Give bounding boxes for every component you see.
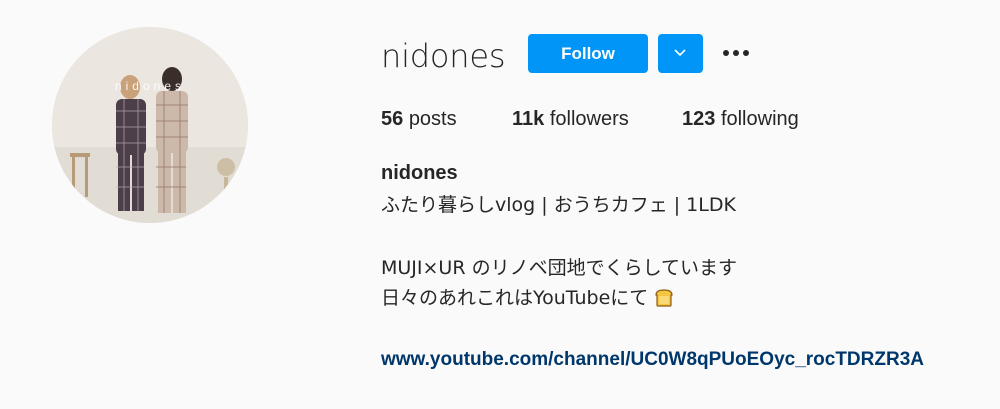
followers-link[interactable]: 11k followers xyxy=(512,106,629,132)
avatar-wordmark: nidones xyxy=(114,79,186,93)
bio-line: MUJI×UR のリノベ団地でくらしています xyxy=(381,257,738,279)
bio-line-with-emoji: 日々のあれこれはYouTubeにて xyxy=(381,285,674,311)
more-dots-icon xyxy=(723,50,729,56)
more-dots-icon xyxy=(733,50,739,56)
following-link[interactable]: 123 following xyxy=(682,106,799,132)
posts-count-label: posts xyxy=(408,108,457,130)
followers-count-label: followers xyxy=(549,108,629,130)
more-options-button[interactable] xyxy=(720,44,752,64)
bio-line-text: 日々のあれこれはYouTubeにて xyxy=(381,287,649,309)
following-count-label: following xyxy=(720,108,799,130)
avatar-photo xyxy=(52,27,248,223)
profile-full-name: nidones xyxy=(381,162,458,184)
profile-avatar[interactable]: nidones xyxy=(52,27,248,223)
chevron-down-icon xyxy=(674,49,686,57)
profile-username: nidones xyxy=(381,37,506,75)
profile-external-link[interactable]: www.youtube.com/channel/UC0W8qPUoEOyc_ro… xyxy=(381,347,924,373)
posts-count: 56 posts xyxy=(381,106,457,132)
following-count-value: 123 xyxy=(682,108,716,130)
bread-icon xyxy=(655,289,673,307)
more-dots-icon xyxy=(743,50,749,56)
follow-button[interactable]: Follow xyxy=(528,34,648,73)
followers-count-value: 11k xyxy=(512,108,545,130)
suggested-accounts-dropdown-button[interactable] xyxy=(658,34,703,73)
bio-line: ふたり暮らしvlog | おうちカフェ | 1LDK xyxy=(381,194,736,216)
posts-count-value: 56 xyxy=(381,108,404,130)
